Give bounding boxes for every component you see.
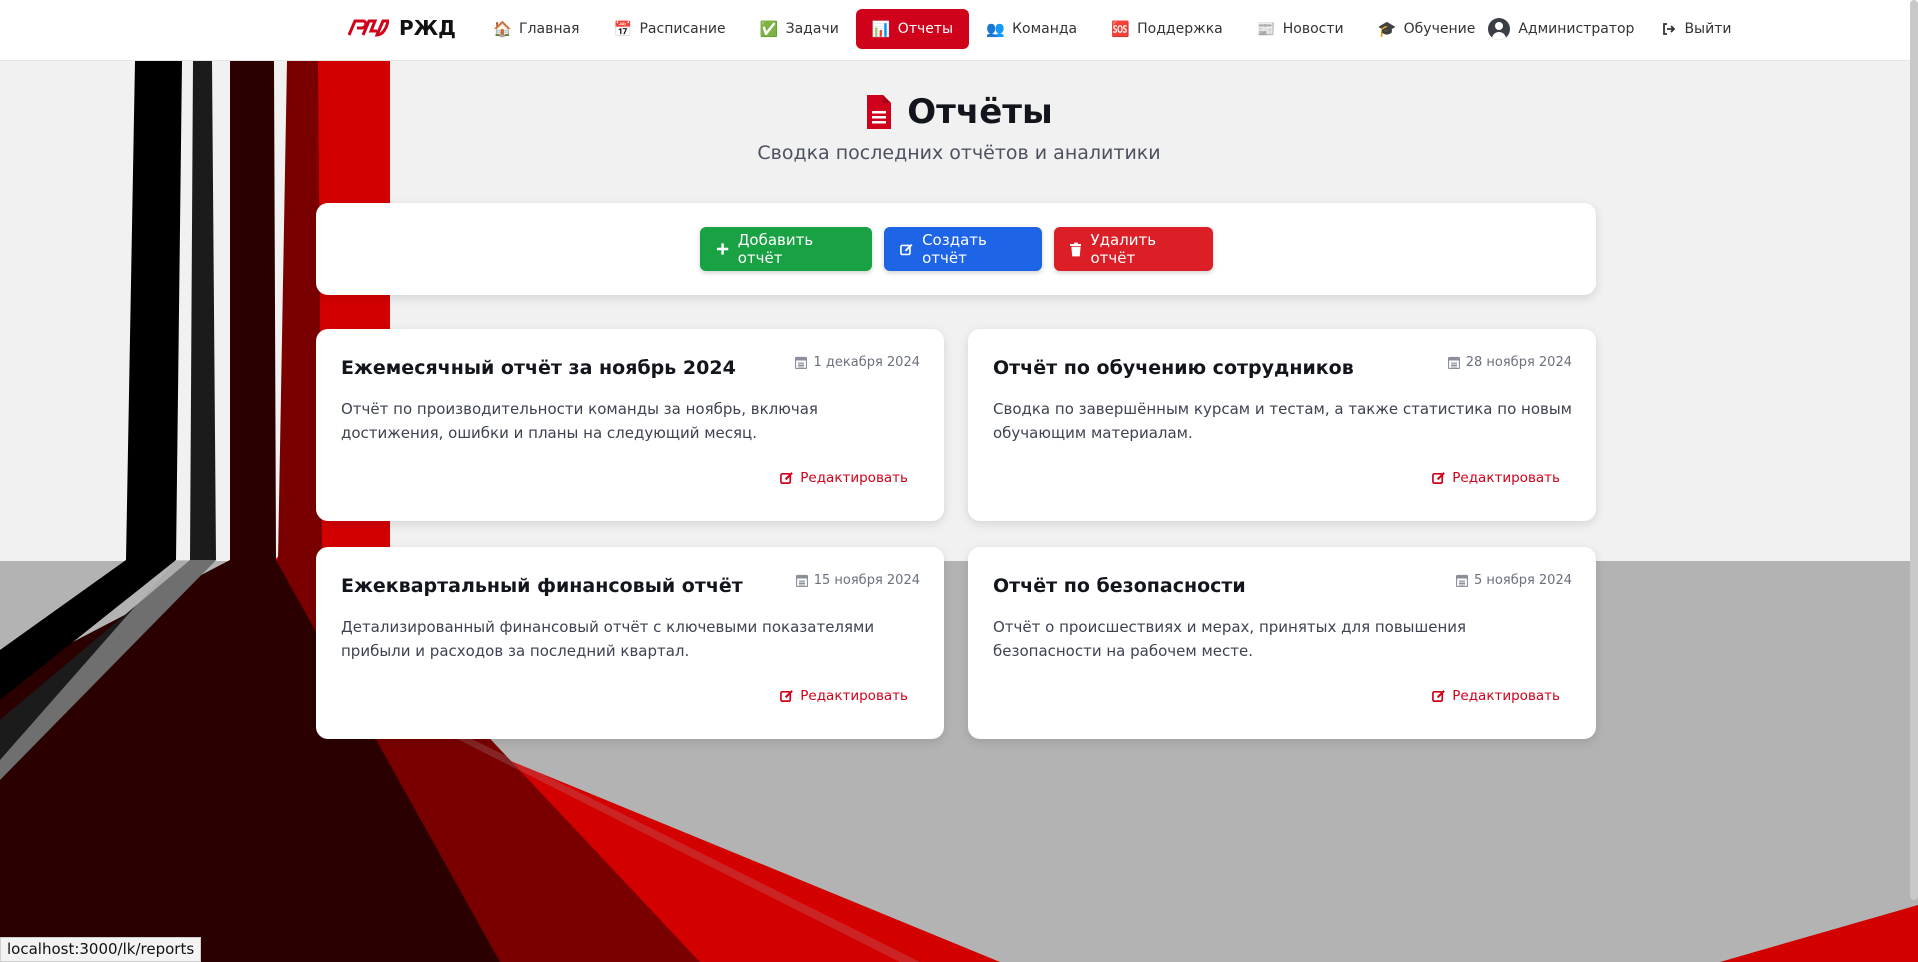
nav-item-label: Поддержка [1137,21,1223,37]
edit-icon [1432,472,1446,484]
nav-item-support[interactable]: 🆘 Поддержка [1094,9,1240,49]
calendar-icon [1456,574,1469,587]
status-bar-url: localhost:3000/lk/reports [0,937,202,962]
brand-name: РЖД [399,16,456,40]
nav-item-label: Главная [519,21,580,37]
graduation-cap-icon: 🎓 [1377,20,1397,38]
edit-report-label: Редактировать [1452,470,1560,486]
nav-item-label: Задачи [785,21,839,37]
nav-item-tasks[interactable]: ✅ Задачи [743,9,856,49]
report-card: Ежемесячный отчёт за ноябрь 2024 1 декаб… [316,329,944,521]
brand[interactable]: РЖД [347,16,456,40]
rzd-logo-icon [347,19,389,37]
nav-item-news[interactable]: 📰 Новости [1240,9,1361,49]
page-header: Отчёты Сводка последних отчётов и аналит… [0,92,1918,164]
sign-out-icon [1663,23,1676,35]
report-date-text: 28 ноября 2024 [1465,355,1572,370]
calendar-icon: 📅 [613,20,633,38]
calendar-icon [795,574,808,587]
nav-item-label: Администратор [1518,21,1635,37]
report-description: Сводка по завершённым курсам и тестам, а… [993,400,1572,442]
background-stripes [0,61,1918,962]
nav-item-admin[interactable]: Администратор [1483,9,1646,49]
create-report-button[interactable]: Создать отчёт [883,227,1042,271]
delete-report-button[interactable]: Удалить отчёт [1053,227,1213,271]
user-circle-icon [1488,18,1511,40]
nav-item-label: Новости [1282,21,1344,37]
page-scrollbar[interactable] [1910,0,1918,900]
report-title: Отчёт по обучению сотрудников [993,357,1354,379]
edit-report-link[interactable]: Редактировать [1432,688,1560,704]
actions-toolbar: Добавить отчёт Создать отчёт Удалить отч… [316,203,1596,295]
edit-icon [780,472,794,484]
main-nav: 🏠 Главная 📅 Расписание ✅ Задачи 📊 Отчеты… [476,9,1748,49]
add-report-label: Добавить отчёт [737,231,814,267]
report-title: Отчёт по безопасности [993,575,1246,597]
nav-item-home[interactable]: 🏠 Главная [476,9,596,49]
page-title: Отчёты [907,92,1053,132]
report-date: 5 ноября 2024 [1456,573,1572,588]
add-report-button[interactable]: Добавить отчёт [699,227,872,271]
edit-report-link[interactable]: Редактировать [1432,470,1560,486]
report-date-text: 5 ноября 2024 [1474,573,1572,588]
edit-icon [1432,690,1446,702]
people-icon: 👥 [986,20,1005,38]
report-date: 28 ноября 2024 [1447,355,1572,370]
nav-item-label: Выйти [1684,21,1732,37]
plus-icon [716,243,728,255]
delete-report-label: Удалить отчёт [1090,231,1157,267]
report-description: Отчёт о происшествиях и мерах, принятых … [993,618,1467,660]
report-description: Детализированный финансовый отчёт с ключ… [341,618,875,660]
create-report-label: Создать отчёт [922,231,987,267]
calendar-icon [795,356,808,369]
edit-icon [780,690,794,702]
report-date-text: 15 ноября 2024 [813,573,920,588]
top-navbar: РЖД 🏠 Главная 📅 Расписание ✅ Задачи 📊 От… [0,0,1918,61]
nav-item-schedule[interactable]: 📅 Расписание [596,9,742,49]
report-date: 1 декабря 2024 [795,355,920,370]
title-row: Отчёты [0,92,1918,132]
edit-report-label: Редактировать [800,688,908,704]
report-card: Отчёт по безопасности 5 ноября 2024 Отчё… [968,547,1596,739]
edit-report-label: Редактировать [800,470,908,486]
newspaper-icon: 📰 [1256,20,1276,38]
edit-report-label: Редактировать [1452,688,1560,704]
nav-item-reports[interactable]: 📊 Отчеты [855,9,970,49]
nav-item-label: Расписание [639,21,726,37]
nav-item-logout[interactable]: Выйти [1646,9,1748,49]
nav-item-label: Обучение [1403,21,1476,37]
page-subtitle: Сводка последних отчётов и аналитики [757,142,1161,164]
sos-icon: 🆘 [1111,20,1130,38]
checkmark-icon: ✅ [759,20,779,38]
report-title: Ежеквартальный финансовый отчёт [341,575,743,597]
house-icon: 🏠 [493,20,512,38]
edit-report-link[interactable]: Редактировать [780,470,908,486]
trash-icon [1069,242,1082,256]
edit-report-link[interactable]: Редактировать [780,688,908,704]
calendar-icon [1447,356,1460,369]
nav-item-label: Команда [1012,21,1078,37]
nav-item-team[interactable]: 👥 Команда [969,9,1094,49]
report-date-text: 1 декабря 2024 [813,355,920,370]
report-card: Ежеквартальный финансовый отчёт 15 ноябр… [316,547,944,739]
report-card: Отчёт по обучению сотрудников 28 ноября … [968,329,1596,521]
report-date: 15 ноября 2024 [795,573,920,588]
nav-item-label: Отчеты [897,21,954,37]
edit-icon [899,243,912,255]
report-description: Отчёт по производительности команды за н… [341,400,818,442]
document-icon [867,95,892,129]
bar-chart-icon: 📊 [871,20,891,38]
nav-item-training[interactable]: 🎓 Обучение [1361,9,1484,49]
report-title: Ежемесячный отчёт за ноябрь 2024 [341,357,736,379]
